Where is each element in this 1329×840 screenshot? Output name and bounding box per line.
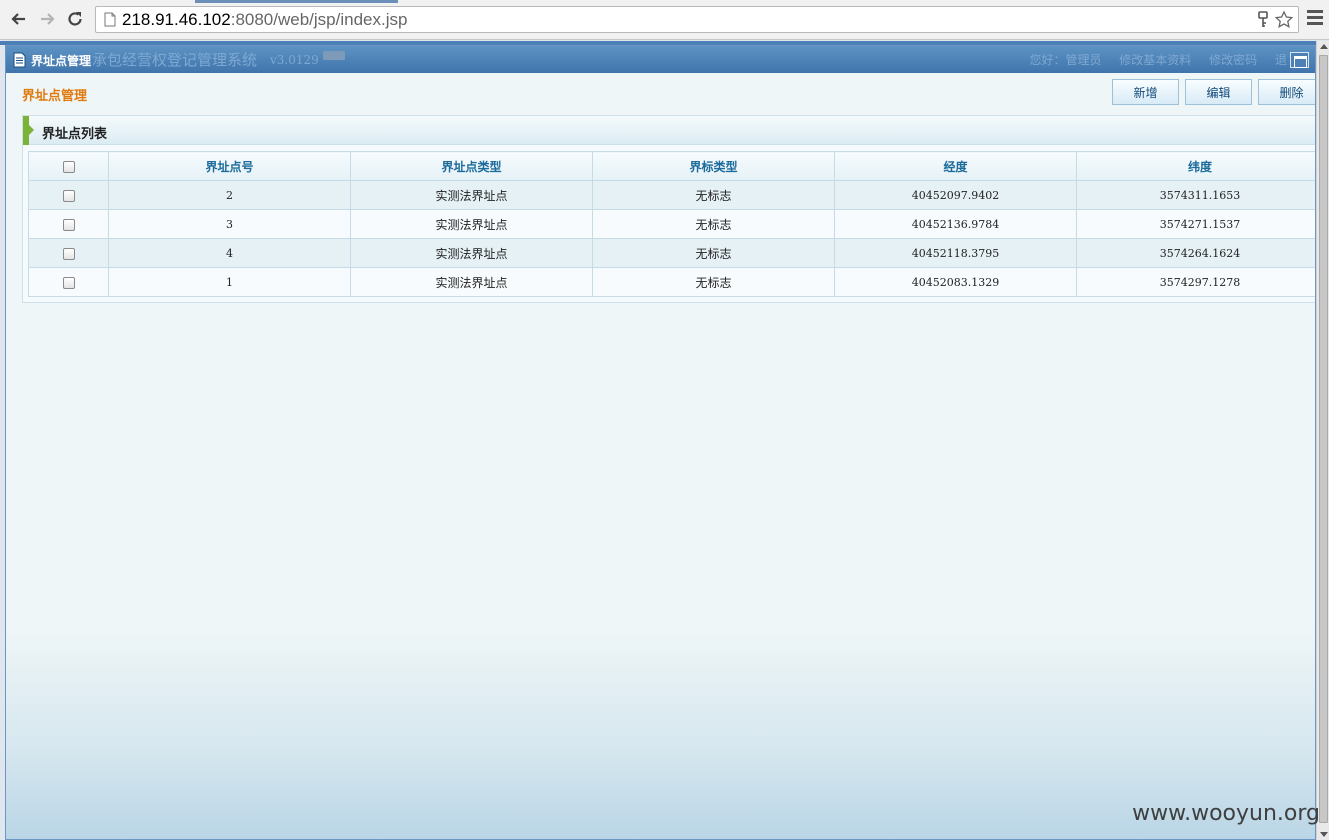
page-title: 界址点管理 (22, 89, 88, 104)
forward-button[interactable] (36, 8, 58, 30)
panel-header: 界址点列表 (23, 116, 1315, 145)
user-greeting: 您好：管理员 (1029, 53, 1102, 67)
cell-point-no: 3 (108, 209, 351, 239)
key-icon[interactable] (1256, 11, 1270, 28)
row-select-cell (28, 238, 109, 268)
cell-marker-type: 无标志 (592, 209, 835, 239)
cell-point-type: 实测法界址点 (350, 238, 593, 268)
column-header-longitude[interactable]: 经度 (834, 151, 1077, 181)
url-host: 218.91.46.102 (122, 10, 231, 29)
browser-toolbar: 218.91.46.102:8080/web/jsp/index.jsp (0, 0, 1329, 40)
url-text[interactable]: 218.91.46.102:8080/web/jsp/index.jsp (122, 10, 407, 30)
table-row[interactable]: 4 实测法界址点 无标志 40452118.3795 3574264.1624 (28, 238, 1315, 268)
column-header-marker-type[interactable]: 界标类型 (592, 151, 835, 181)
change-password-link[interactable]: 修改密码 (1209, 53, 1257, 67)
boundary-point-list-panel: 界址点列表 界址点号 界址点类型 界标类型 经度 纬度 2 实测法界址点 无标志… (22, 115, 1315, 303)
cell-longitude: 40452097.9402 (834, 180, 1077, 210)
scroll-up-arrow-icon[interactable] (1320, 44, 1328, 49)
cell-point-no: 4 (108, 238, 351, 268)
row-checkbox[interactable] (62, 189, 75, 202)
delete-button[interactable]: 删除 (1258, 79, 1315, 105)
tab-strip (0, 0, 1329, 3)
table-header-row: 界址点号 界址点类型 界标类型 经度 纬度 (28, 151, 1315, 181)
cell-longitude: 40452136.9784 (834, 209, 1077, 239)
column-header-latitude[interactable]: 纬度 (1076, 151, 1315, 181)
cell-latitude: 3574264.1624 (1076, 238, 1315, 268)
back-arrow-icon (11, 13, 25, 25)
bookmark-star-icon[interactable] (1274, 10, 1294, 30)
tab-edge-left (0, 0, 195, 3)
scroll-down-arrow-icon[interactable] (1320, 832, 1328, 837)
window-titlebar: 承包经营权登记管理系统 界址点管理 v3.0129 您好：管理员 修改基本资料 … (6, 46, 1315, 73)
system-title: 承包经营权登记管理系统 (92, 51, 258, 69)
browser-menu-icon[interactable] (1307, 10, 1323, 28)
edit-button[interactable]: 编辑 (1185, 79, 1252, 105)
page-scrollbar[interactable] (1316, 41, 1329, 840)
reload-icon (68, 12, 82, 26)
table-row[interactable]: 1 实测法界址点 无标志 40452083.1329 3574297.1278 (28, 267, 1315, 297)
cell-longitude: 40452118.3795 (834, 238, 1077, 268)
cell-marker-type: 无标志 (592, 238, 835, 268)
version-badge (323, 51, 345, 60)
address-bar[interactable]: 218.91.46.102:8080/web/jsp/index.jsp (95, 6, 1299, 33)
boundary-point-window: 承包经营权登记管理系统 界址点管理 v3.0129 您好：管理员 修改基本资料 … (5, 45, 1316, 840)
select-all-cell (28, 151, 109, 181)
cell-point-type: 实测法界址点 (350, 180, 593, 210)
cell-point-type: 实测法界址点 (350, 267, 593, 297)
row-checkbox[interactable] (62, 218, 75, 231)
version-label: v3.0129 (270, 53, 319, 67)
cell-latitude: 3574297.1278 (1076, 267, 1315, 297)
forward-arrow-icon (41, 13, 55, 25)
watermark: www.wooyun.org (1132, 801, 1320, 826)
cell-latitude: 3574311.1653 (1076, 180, 1315, 210)
window-title: 界址点管理 (31, 54, 92, 68)
cell-longitude: 40452083.1329 (834, 267, 1077, 297)
edit-profile-link[interactable]: 修改基本资料 (1119, 53, 1191, 67)
back-button[interactable] (8, 8, 30, 30)
table-row[interactable]: 3 实测法界址点 无标志 40452136.9784 3574271.1537 (28, 209, 1315, 239)
panel-marker-icon (23, 116, 34, 145)
select-all-checkbox[interactable] (62, 160, 75, 173)
table-row[interactable]: 2 实测法界址点 无标志 40452097.9402 3574311.1653 (28, 180, 1315, 210)
logout-link[interactable]: 退 (1275, 53, 1287, 67)
add-button[interactable]: 新增 (1112, 79, 1179, 105)
maximize-window-icon[interactable] (1290, 52, 1309, 68)
boundary-point-table: 界址点号 界址点类型 界标类型 经度 纬度 2 实测法界址点 无标志 40452… (28, 151, 1315, 297)
row-select-cell (28, 180, 109, 210)
cell-point-no: 2 (108, 180, 351, 210)
panel-title: 界址点列表 (42, 127, 108, 142)
cell-point-no: 1 (108, 267, 351, 297)
cell-point-type: 实测法界址点 (350, 209, 593, 239)
window-content: 界址点管理 新增 编辑 删除 界址点列表 界址点号 界址点类型 界标类型 经度 … (6, 73, 1315, 839)
page-icon (104, 12, 116, 27)
column-header-point-no[interactable]: 界址点号 (108, 151, 351, 181)
row-select-cell (28, 267, 109, 297)
user-bar: 您好：管理员 修改基本资料 修改密码 退 (1029, 51, 1287, 68)
reload-button[interactable] (64, 8, 86, 30)
scrollbar-thumb[interactable] (1319, 55, 1328, 823)
app-area: 承包经营权登记管理系统 界址点管理 v3.0129 您好：管理员 修改基本资料 … (0, 41, 1329, 840)
row-checkbox[interactable] (62, 276, 75, 289)
cell-marker-type: 无标志 (592, 180, 835, 210)
cell-latitude: 3574271.1537 (1076, 209, 1315, 239)
row-select-cell (28, 209, 109, 239)
cell-marker-type: 无标志 (592, 267, 835, 297)
row-checkbox[interactable] (62, 247, 75, 260)
tab-edge-right (398, 0, 1329, 3)
url-path: :8080/web/jsp/index.jsp (230, 10, 408, 29)
document-icon (13, 52, 26, 68)
column-header-point-type[interactable]: 界址点类型 (350, 151, 593, 181)
